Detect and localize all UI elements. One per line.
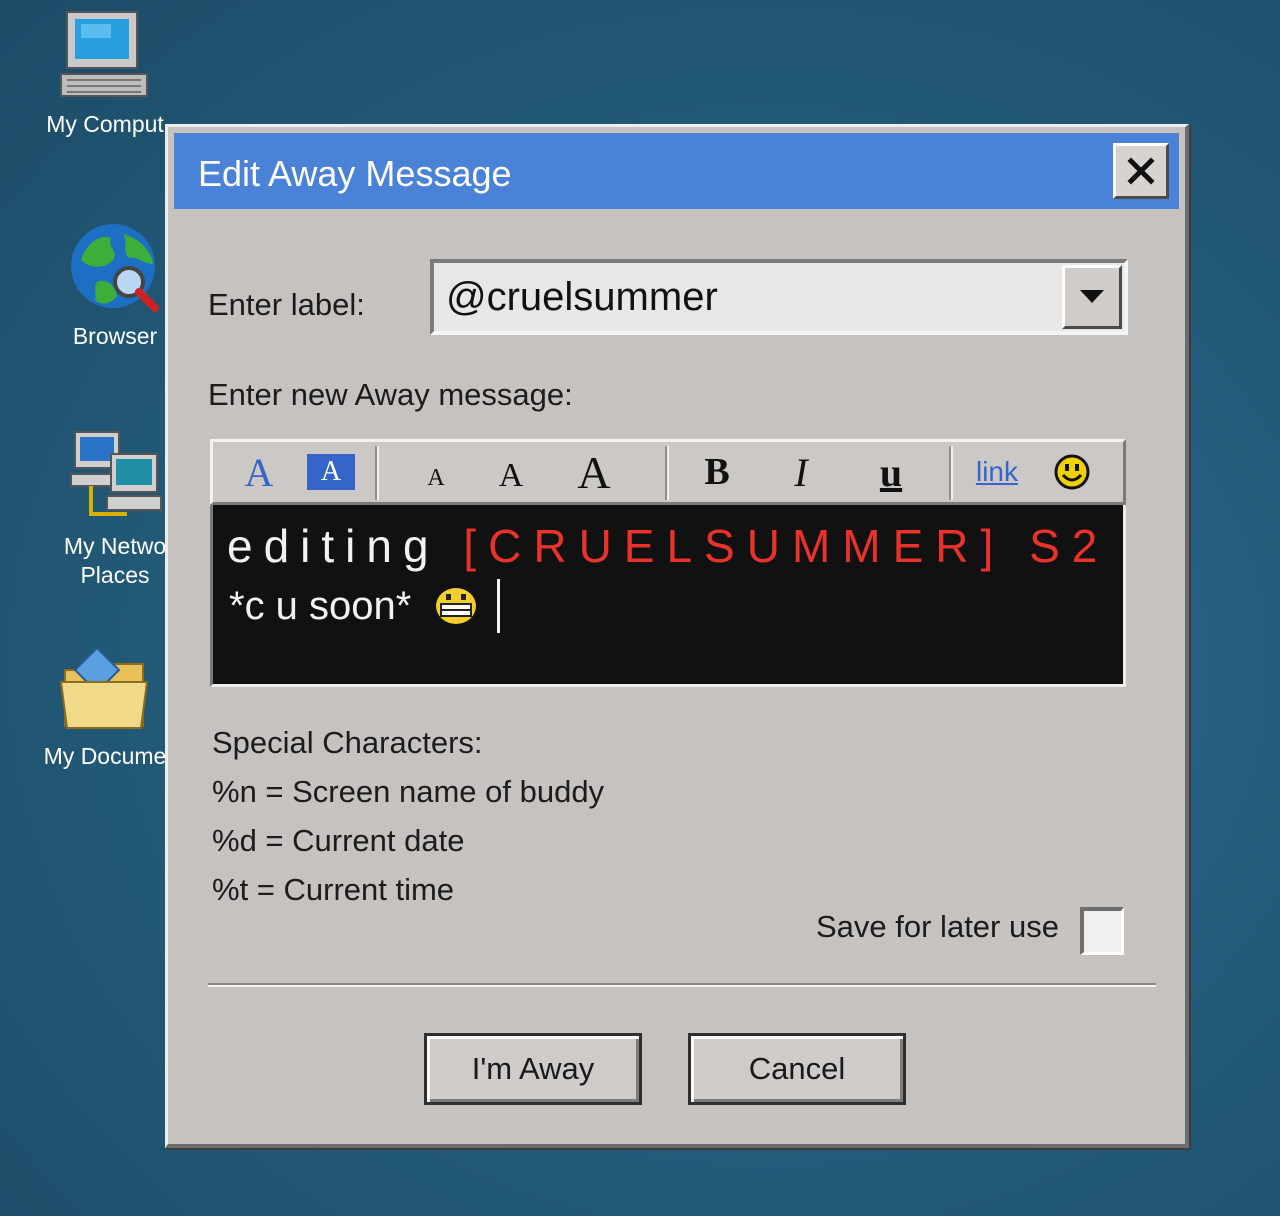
desktop-icon-my-computer[interactable]: My Comput [30,8,180,139]
globe-browser-icon [67,220,163,316]
format-toolbar: A A A A A B I u link [210,439,1126,505]
bold-button[interactable]: B [697,442,737,502]
text-caret [497,579,501,633]
italic-button[interactable]: I [781,442,821,502]
im-away-button[interactable]: I'm Away [424,1033,642,1105]
network-icon [67,430,163,526]
font-size-large-button[interactable]: A [569,442,619,502]
background-color-button[interactable]: A [307,454,355,490]
toolbar-separator [665,446,669,500]
smiley-icon [1054,454,1090,490]
font-size-medium-button[interactable]: A [491,446,531,506]
message-editor[interactable]: editing [CRUELSUMMER] S2 *c u soon* [210,505,1126,687]
message-text: *c u soon* [229,583,412,628]
message-line-2: *c u soon* [229,579,501,633]
close-button[interactable] [1113,143,1169,199]
underline-button[interactable]: u [871,442,911,502]
message-line-1: editing [CRUELSUMMER] S2 [227,519,1109,573]
special-characters-heading: Special Characters: [212,725,483,760]
close-icon [1127,157,1155,185]
message-text: editing [227,520,440,572]
chevron-down-icon [1080,290,1104,303]
toolbar-separator [375,446,379,500]
background-color-swatch: A [307,454,355,490]
cancel-button[interactable]: Cancel [688,1033,906,1105]
desktop-icon-documents[interactable]: My Docume [30,640,180,771]
font-size-small-button[interactable]: A [421,448,451,508]
text-color-button[interactable]: A [239,442,279,502]
smiley-button[interactable] [1049,442,1095,502]
grinning-emoji-icon [436,588,477,624]
label-prompt: Enter label: [208,287,365,322]
link-button[interactable]: link [967,442,1027,502]
dropdown-button[interactable] [1062,265,1122,329]
message-red-text: [CRUELSUMMER] [463,520,1006,572]
message-red-text-tail: S2 [1029,520,1110,572]
save-for-later-checkbox[interactable] [1080,907,1124,955]
dialog-title: Edit Away Message [198,153,512,194]
computer-icon [57,8,153,104]
documents-folder-icon [57,640,153,736]
label-select[interactable]: @cruelsummer [430,259,1128,335]
toolbar-separator [949,446,953,500]
special-character-item: %n = Screen name of buddy [212,774,605,809]
save-for-later-label: Save for later use [816,909,1059,944]
edit-away-message-dialog: Edit Away Message Enter label: @cruelsum… [165,124,1189,1148]
desktop-icon-label: My Comput [46,111,164,137]
message-prompt: Enter new Away message: [208,377,573,412]
divider [208,983,1156,987]
special-character-item: %d = Current date [212,823,465,858]
title-bar[interactable]: Edit Away Message [174,133,1179,209]
desktop-icon-label: My Docume [43,743,167,769]
label-value: @cruelsummer [446,275,718,319]
special-character-item: %t = Current time [212,872,455,907]
